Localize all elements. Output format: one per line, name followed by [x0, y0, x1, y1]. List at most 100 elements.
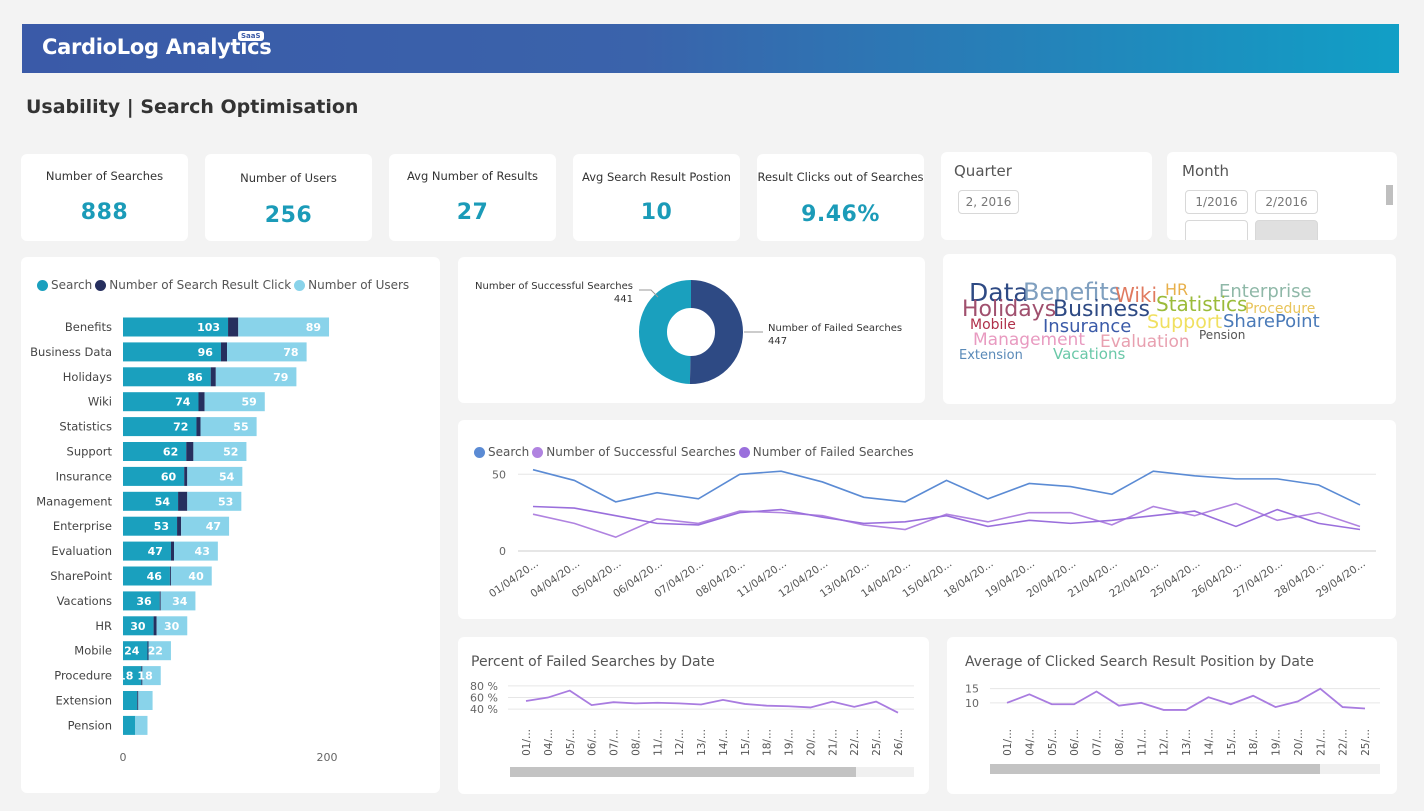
- kpi-card-users: Number of Users 256: [205, 154, 372, 241]
- kpi-value: 888: [80, 200, 129, 225]
- quarter-option[interactable]: 2, 2016: [958, 190, 1019, 214]
- x-tick-label: 19/...: [784, 729, 796, 756]
- kpi-label: Number of Users: [240, 171, 337, 185]
- line-chart: 50001/04/20...04/04/20...05/04/20...06/0…: [487, 468, 1376, 600]
- category-label: Vacations: [57, 594, 112, 608]
- x-tick-label: 20/...: [1293, 729, 1305, 756]
- x-tick-label: 07/...: [1092, 729, 1104, 756]
- bar-segment: [210, 367, 216, 387]
- data-label: 89: [306, 321, 321, 334]
- x-tick-label: 15/...: [740, 729, 752, 756]
- x-tick-label: 12/...: [1159, 729, 1171, 756]
- data-label: 18: [118, 670, 133, 683]
- x-tick-label: 05/...: [565, 729, 577, 756]
- slicer-title: Quarter: [954, 162, 1012, 180]
- x-tick-label: 04/...: [543, 729, 555, 756]
- data-label: 24: [124, 645, 140, 658]
- bar-segment: [178, 491, 188, 511]
- data-label: 74: [175, 396, 191, 409]
- month-slicer: Month 1/2016 2/2016: [1167, 152, 1397, 240]
- bar-segment: [159, 591, 161, 611]
- x-tick-label: 04/...: [1024, 729, 1036, 756]
- category-label: Pension: [68, 718, 112, 732]
- line-chart-card: Search Number of Successful Searches Num…: [458, 420, 1396, 619]
- x-tick-label: 01/...: [521, 729, 533, 756]
- horizontal-scrollbar-thumb[interactable]: [990, 764, 1320, 774]
- kpi-card-click-rate: Result Clicks out of Searches 9.46%: [757, 154, 924, 241]
- category-label: Insurance: [56, 469, 112, 483]
- category-label: Mobile: [74, 644, 112, 658]
- month-option[interactable]: 2/2016: [1255, 190, 1318, 214]
- bar-segment: [228, 317, 239, 337]
- month-option-partial[interactable]: [1185, 220, 1248, 240]
- category-label: Business Data: [30, 345, 112, 359]
- donut-chart: Number of Successful Searches 441 Number…: [475, 280, 902, 384]
- data-label: 59: [241, 396, 256, 409]
- data-label: 46: [147, 570, 163, 583]
- data-label: 86: [187, 371, 203, 384]
- data-label: 18: [137, 670, 152, 683]
- data-label: 60: [161, 470, 177, 483]
- category-label: Support: [67, 445, 113, 459]
- x-tick-label: 21/...: [1315, 729, 1327, 756]
- x-tick-label: 14/...: [1203, 729, 1215, 756]
- x-tick-label: 13/...: [1181, 729, 1193, 756]
- bar-segment: [220, 342, 228, 362]
- header-banner: CardioLog Analytics SaaS: [22, 24, 1399, 73]
- donut-chart-card: Number of Successful Searches 441 Number…: [458, 257, 925, 403]
- cloud-word[interactable]: Pension: [1199, 329, 1245, 341]
- bar-segment: [153, 616, 157, 636]
- kpi-card-searches: Number of Searches 888: [21, 154, 188, 241]
- bar-chart-card: Search Number of Search Result Click Num…: [21, 257, 440, 793]
- cloud-word[interactable]: Extension: [959, 349, 1023, 362]
- saas-badge: SaaS: [238, 31, 264, 41]
- bar-segment: [193, 442, 247, 461]
- bar-segment: [123, 691, 138, 710]
- avg-position-chart-card: Average of Clicked Search Result Positio…: [947, 637, 1397, 794]
- horizontal-scrollbar-track[interactable]: [990, 764, 1380, 774]
- word-cloud-card: Data Benefits Wiki HR Enterprise Holiday…: [943, 254, 1396, 404]
- word-cloud: Data Benefits Wiki HR Enterprise Holiday…: [943, 254, 1396, 404]
- category-label: Wiki: [88, 395, 112, 409]
- series-line: [532, 502, 1361, 539]
- x-tick-label: 08/...: [1114, 729, 1126, 756]
- category-label: Benefits: [65, 320, 112, 334]
- kpi-value: 256: [264, 203, 313, 228]
- data-label: 55: [233, 421, 248, 434]
- data-label: 47: [148, 545, 163, 558]
- x-tick-label: 12/...: [674, 729, 686, 756]
- cloud-word[interactable]: Vacations: [1053, 347, 1125, 362]
- kpi-label: Number of Searches: [45, 169, 164, 183]
- horizontal-scrollbar-thumb[interactable]: [510, 767, 856, 777]
- y-tick-label: 50: [492, 468, 506, 481]
- category-label: Evaluation: [51, 544, 112, 558]
- data-label: 34: [172, 595, 188, 608]
- month-option[interactable]: 1/2016: [1185, 190, 1248, 214]
- bar-segment: [196, 417, 201, 437]
- slicer-scrollbar[interactable]: [1386, 185, 1393, 205]
- horizontal-scrollbar-track[interactable]: [510, 767, 914, 777]
- month-option-partial-selected[interactable]: [1255, 220, 1318, 240]
- data-label: 30: [164, 620, 180, 633]
- x-tick-label: 11/...: [1136, 729, 1148, 756]
- series-line: [532, 468, 1361, 506]
- x-tick-label: 11/...: [652, 729, 664, 756]
- data-label: 36: [136, 595, 152, 608]
- x-tick-label: 01/...: [1002, 729, 1014, 756]
- data-label: 52: [223, 446, 238, 459]
- kpi-label: Result Clicks out of Searches: [757, 170, 924, 184]
- bar-segment: [137, 691, 139, 710]
- data-label: 78: [283, 346, 298, 359]
- x-tick-label: 19/...: [1271, 729, 1283, 756]
- bar-segment: [135, 715, 148, 735]
- x-tick-label: 06/...: [1069, 729, 1081, 756]
- kpi-label: Avg Number of Results: [406, 169, 539, 183]
- x-tick-label: 25/...: [871, 729, 883, 756]
- x-tick-label: 25/...: [1360, 729, 1372, 756]
- data-label: 22: [148, 645, 163, 658]
- bar-segment: [184, 466, 188, 486]
- data-label: 40: [188, 570, 204, 583]
- donut-failed-value: 447: [768, 336, 787, 347]
- category-label: Procedure: [54, 669, 112, 683]
- bar-chart: Benefits 103 89 Business Data 96 78 Holidays 86…: [30, 317, 338, 764]
